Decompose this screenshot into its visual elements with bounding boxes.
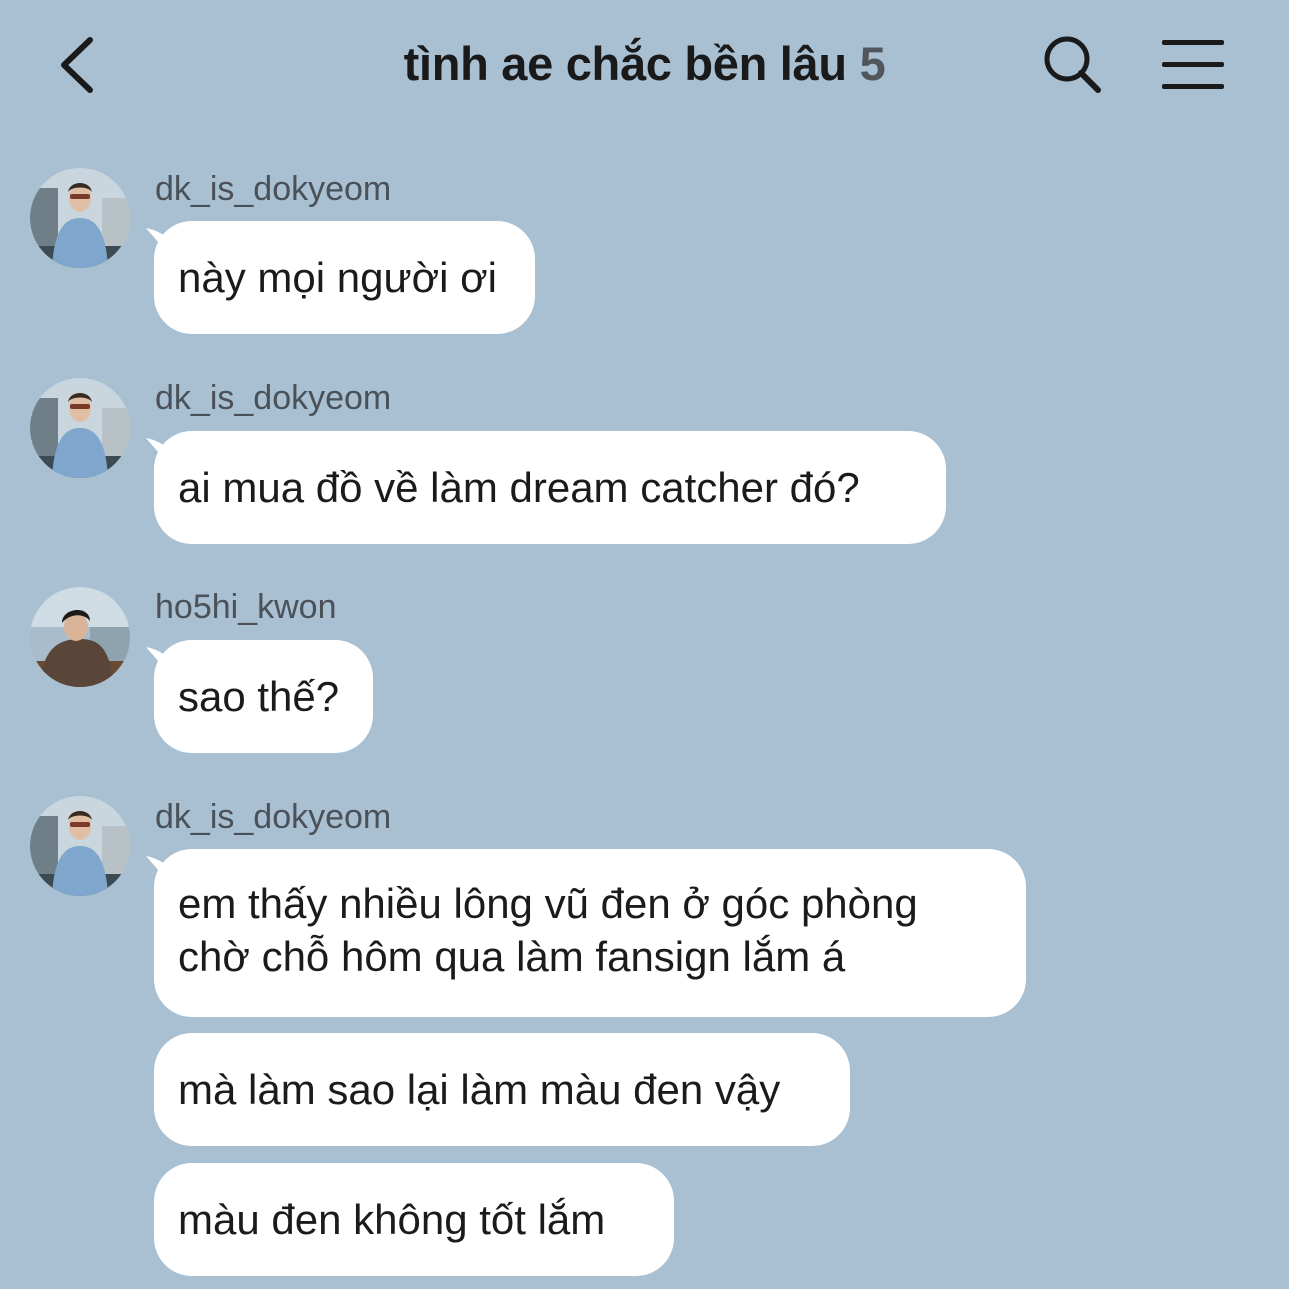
message-bubble[interactable]: em thấy nhiều lông vũ đen ở góc phòng ch… <box>154 849 1026 1017</box>
search-button[interactable] <box>1040 32 1106 98</box>
group-name: tình ae chắc bền lâu <box>403 37 848 90</box>
message-bubble[interactable]: sao thế? <box>154 640 373 753</box>
message-text: này mọi người ơi <box>178 254 497 301</box>
sender-name: dk_is_dokyeom <box>155 379 392 417</box>
message-text: sao thế? <box>178 673 340 720</box>
avatar[interactable] <box>30 587 130 687</box>
search-icon <box>1044 36 1101 93</box>
message-bubble[interactable]: màu đen không tốt lắm <box>154 1163 674 1276</box>
message-text: mà làm sao lại làm màu đen vậy <box>178 1066 781 1113</box>
sender-name: dk_is_dokyeom <box>155 798 392 836</box>
avatar[interactable] <box>30 378 130 478</box>
chat-header: tình ae chắc bền lâu 5 <box>0 0 1289 140</box>
message-text: chờ chỗ hôm qua làm fansign lắm á <box>178 933 846 980</box>
member-count: 5 <box>859 37 886 90</box>
sender-name: ho5hi_kwon <box>155 588 337 626</box>
message-bubble[interactable]: ai mua đồ về làm dream catcher đó? <box>154 431 946 544</box>
message-bubble[interactable]: này mọi người ơi <box>154 221 535 334</box>
message-text: ai mua đồ về làm dream catcher đó? <box>178 464 860 511</box>
user-photo-icon <box>30 587 130 687</box>
message-text: màu đen không tốt lắm <box>178 1196 606 1243</box>
sender-name: dk_is_dokyeom <box>155 170 392 208</box>
message-text: em thấy nhiều lông vũ đen ở góc phòng <box>178 880 918 927</box>
menu-button[interactable] <box>1158 36 1230 94</box>
avatar[interactable] <box>30 796 130 896</box>
user-photo-icon <box>30 378 130 478</box>
message-bubble[interactable]: mà làm sao lại làm màu đen vậy <box>154 1033 850 1146</box>
user-photo-icon <box>30 168 130 268</box>
avatar[interactable] <box>30 168 130 268</box>
hamburger-menu-icon <box>1162 40 1224 89</box>
user-photo-icon <box>30 796 130 896</box>
